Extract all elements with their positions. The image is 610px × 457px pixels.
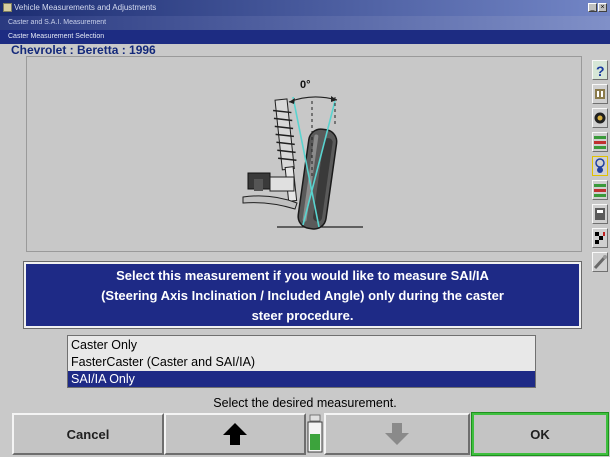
- close-icon[interactable]: ×: [598, 3, 607, 12]
- print-icon[interactable]: [592, 204, 608, 224]
- panel-bar: Caster Measurement Selection: [0, 30, 610, 44]
- minimize-icon[interactable]: _: [588, 3, 597, 12]
- panel-title: Caster Measurement Selection: [8, 33, 105, 40]
- cancel-button[interactable]: Cancel: [12, 413, 164, 455]
- option-caster-only[interactable]: Caster Only: [68, 337, 535, 353]
- up-arrow-icon: [223, 423, 247, 445]
- window-title: Vehicle Measurements and Adjustments: [14, 3, 157, 12]
- checkered-flag-icon[interactable]: [592, 228, 608, 248]
- ok-button-label: OK: [530, 426, 550, 442]
- measurement-options-list[interactable]: Caster Only FasterCaster (Caster and SAI…: [67, 335, 536, 388]
- svg-text:?: ?: [596, 63, 605, 79]
- section-bar: Caster and S.A.I. Measurement: [0, 16, 610, 30]
- info-line: (Steering Axis Inclination / Included An…: [101, 288, 504, 303]
- window-title-bar: Vehicle Measurements and Adjustments _ ×: [0, 0, 610, 16]
- scroll-up-button[interactable]: [164, 413, 306, 455]
- vehicle-label: Chevrolet : Beretta : 1996: [11, 43, 156, 57]
- status-prompt: Select the desired measurement.: [213, 396, 397, 410]
- scroll-down-button[interactable]: [324, 413, 470, 455]
- adjustments-icon[interactable]: [592, 180, 608, 200]
- wheel-icon[interactable]: [592, 108, 608, 128]
- angle-label: 0°: [300, 79, 311, 91]
- info-line: Select this measurement if you would lik…: [116, 268, 489, 283]
- app-icon: [3, 3, 12, 12]
- steering-wheel-icon[interactable]: [592, 156, 608, 176]
- info-panel: Select this measurement if you would lik…: [23, 261, 582, 329]
- alignment-readings-icon[interactable]: [592, 132, 608, 152]
- caster-diagram: 0°: [26, 56, 582, 252]
- option-sai-ia-only[interactable]: SAI/IA Only: [68, 371, 535, 387]
- cancel-button-label: Cancel: [66, 426, 110, 442]
- scroll-position-indicator: [307, 414, 323, 453]
- section-title: Caster and S.A.I. Measurement: [8, 19, 107, 26]
- window-controls: _ ×: [588, 3, 607, 12]
- ok-button[interactable]: OK: [471, 412, 609, 456]
- tools-icon[interactable]: [592, 252, 608, 272]
- down-arrow-icon: [385, 423, 409, 445]
- specifications-icon[interactable]: [592, 84, 608, 104]
- info-line: steer procedure.: [251, 308, 354, 323]
- option-fastercaster[interactable]: FasterCaster (Caster and SAI/IA): [68, 354, 535, 370]
- help-icon[interactable]: ?: [592, 60, 608, 80]
